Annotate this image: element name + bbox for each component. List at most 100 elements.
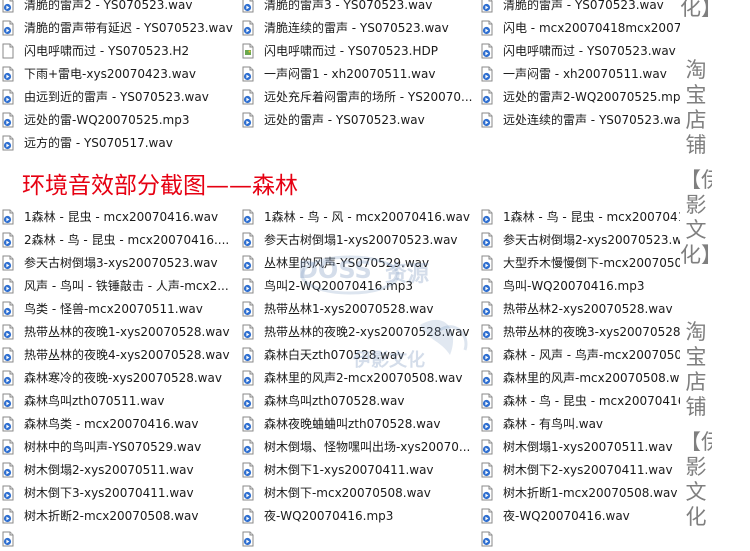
file-name: 树木折断2-mcx20070508.wav bbox=[24, 509, 199, 523]
file-item[interactable]: 1森林 - 鸟 - 风 - mcx20070416.wav bbox=[240, 206, 479, 229]
file-item[interactable]: 森林里的风声-mcx20070508.wav bbox=[479, 367, 680, 390]
file-name: 闪电呼啸而过 - YS070523.wav bbox=[502, 44, 676, 58]
file-item[interactable] bbox=[0, 528, 240, 551]
file-name: 树木倒下2-xys20070411.wav bbox=[502, 463, 673, 477]
file-item[interactable]: 风声 - 鸟叫 - 铁锤敲击 - 人声-mcx2... bbox=[0, 275, 240, 298]
file-item[interactable]: 树木倒下-mcx20070508.wav bbox=[240, 482, 479, 505]
file-item[interactable]: 树木折断1-mcx20070508.wav bbox=[479, 482, 680, 505]
file-name: 森林夜晚蛐蛐叫zth070528.wav bbox=[263, 417, 441, 431]
file-item[interactable]: 闪电呼啸而过 - YS070523.HDP bbox=[240, 40, 479, 63]
file-item[interactable]: 参天古树倒塌3-xys20070523.wav bbox=[0, 252, 240, 275]
file-item[interactable]: 清脆的雷声 - YS070523.wav bbox=[479, 0, 680, 17]
file-name: 远处的雷声 - YS070523.wav bbox=[263, 113, 425, 127]
file-name: 树木倒塌2-xys20070511.wav bbox=[24, 463, 194, 477]
file-item[interactable]: 1森林 - 昆虫 - mcx20070416.wav bbox=[0, 206, 240, 229]
file-item[interactable]: 森林寒冷的夜晚-xys20070528.wav bbox=[0, 367, 240, 390]
file-name: 参天古树倒塌2-xys20070523.wav bbox=[502, 233, 681, 247]
file-item[interactable] bbox=[240, 528, 479, 551]
file-item[interactable]: 树木倒下2-xys20070411.wav bbox=[479, 459, 680, 482]
file-name: 树木倒塌1-xys20070511.wav bbox=[502, 440, 673, 454]
watermark-text: 伊影文化 bbox=[353, 350, 425, 371]
top-file-grid: 清脆的雷声2 - YS070523.wav 清脆的雷声3 - YS070523.w… bbox=[0, 0, 680, 155]
file-name: 热带丛林2-xys20070528.wav bbox=[502, 302, 673, 316]
file-item[interactable]: 森林夜晚蛐蛐叫zth070528.wav bbox=[240, 413, 479, 436]
file-name: 森林 - 鸟 - 昆虫 - mcx20070416.w... bbox=[502, 394, 680, 408]
file-item[interactable] bbox=[479, 528, 680, 551]
file-item[interactable]: 鸟叫-WQ20070416.mp3 bbox=[479, 275, 680, 298]
file-item[interactable]: 远方的雷 - YS070517.wav bbox=[0, 132, 257, 155]
file-name: 远方的雷 - YS070517.wav bbox=[24, 136, 173, 150]
file-item[interactable]: 树木倒塌1-xys20070511.wav bbox=[479, 436, 680, 459]
file-item[interactable]: 森林鸟类 - mcx20070416.wav bbox=[0, 413, 240, 436]
file-item[interactable]: 森林 - 有鸟叫.wav bbox=[479, 413, 680, 436]
file-item[interactable]: 远处连续的雷声 - YS070523.wav bbox=[479, 109, 680, 132]
file-name: 森林 - 有鸟叫.wav bbox=[502, 417, 604, 431]
file-item[interactable]: 热带丛林的夜晚1-xys20070528.wav bbox=[0, 321, 240, 344]
file-name: 热带丛林的夜晚4-xys20070528.wav bbox=[24, 348, 230, 362]
file-row bbox=[0, 528, 680, 551]
file-item[interactable]: 远处充斥着闷雷声的场所 - YS20070... bbox=[240, 86, 479, 109]
file-row: 树木倒下3-xys20070411.wav 树木倒下-mcx20070508.wa… bbox=[0, 482, 680, 505]
watermark-text: DOSS bbox=[298, 256, 372, 284]
file-item[interactable]: 树木倒下1-xys20070411.wav bbox=[240, 459, 479, 482]
file-item[interactable]: 鸟类 - 怪兽-mcx20070511.wav bbox=[0, 298, 240, 321]
file-item[interactable]: 树木倒塌、怪物嘿叫出场-xys20070... bbox=[240, 436, 479, 459]
file-item[interactable]: 2森林 - 鸟 - 昆虫 - mcx20070416.... bbox=[0, 229, 240, 252]
file-item[interactable]: 树木折断2-mcx20070508.wav bbox=[0, 505, 240, 528]
file-item[interactable]: 清脆的雷声带有延迟 - YS070523.wav bbox=[0, 17, 240, 40]
file-item[interactable]: 远处的雷声2-WQ20070525.mp3 bbox=[479, 86, 680, 109]
file-item[interactable]: 热带丛林的夜晚3-xys20070528.wav bbox=[479, 321, 680, 344]
file-row: 树木折断2-mcx20070508.wav 夜-WQ20070416.mp3 夜-W… bbox=[0, 505, 680, 528]
side-watermark-text: 化】 bbox=[680, 0, 712, 20]
file-item[interactable]: 闪电呼啸而过 - YS070523.H2 bbox=[0, 40, 240, 63]
file-item[interactable]: 远处的雷-WQ20070525.mp3 bbox=[0, 109, 240, 132]
file-item[interactable]: 下雨+雷电-xys20070423.wav bbox=[0, 63, 240, 86]
file-item[interactable]: 闪电 - mcx20070418mcx2007041... bbox=[479, 17, 680, 40]
file-name: 远处充斥着闷雷声的场所 - YS20070... bbox=[263, 90, 473, 104]
file-item[interactable]: 树木倒塌2-xys20070511.wav bbox=[0, 459, 240, 482]
file-name: 清脆的雷声 - YS070523.wav bbox=[502, 0, 664, 12]
file-item[interactable]: 清脆的雷声2 - YS070523.wav bbox=[0, 0, 240, 17]
file-row: 下雨+雷电-xys20070423.wav 一声闷雷1 - xh20070511.… bbox=[0, 63, 680, 86]
file-name: 树林中的鸟叫声-YS070529.wav bbox=[24, 440, 202, 454]
file-name: 森林鸟叫zth070528.wav bbox=[263, 394, 405, 408]
file-item[interactable]: 远处的雷声 - YS070523.wav bbox=[240, 109, 479, 132]
file-item[interactable]: 清脆的雷声3 - YS070523.wav bbox=[240, 0, 479, 17]
file-item[interactable]: 1森林 - 鸟 - 昆虫 - mcx20070416... bbox=[479, 206, 680, 229]
file-item[interactable]: 一声闷雷 - xh20070511.wav bbox=[479, 63, 680, 86]
file-item[interactable]: 森林 - 鸟 - 昆虫 - mcx20070416.w... bbox=[479, 390, 680, 413]
file-item[interactable]: 由远到近的雷声 - YS070523.wav bbox=[0, 86, 240, 109]
file-item[interactable]: 一声闷雷1 - xh20070511.wav bbox=[240, 63, 479, 86]
file-item[interactable]: 热带丛林2-xys20070528.wav bbox=[479, 298, 680, 321]
file-item[interactable]: 树木倒下3-xys20070411.wav bbox=[0, 482, 240, 505]
file-item[interactable]: 夜-WQ20070416.wav bbox=[479, 505, 680, 528]
file-name: 清脆的雷声2 - YS070523.wav bbox=[24, 0, 193, 12]
file-name: 闪电呼啸而过 - YS070523.H2 bbox=[24, 44, 190, 58]
watermark-logo bbox=[300, 255, 468, 355]
file-name: 闪电呼啸而过 - YS070523.HDP bbox=[263, 44, 438, 58]
file-name: 2森林 - 鸟 - 昆虫 - mcx20070416.... bbox=[24, 233, 230, 247]
side-watermark: 化】 淘宝店铺 【伊影文化】 淘宝店铺 【伊影文化 bbox=[680, 0, 712, 538]
file-name: 1森林 - 鸟 - 风 - mcx20070416.wav bbox=[263, 210, 471, 224]
file-name: 远处的雷声2-WQ20070525.mp3 bbox=[502, 90, 681, 104]
side-watermark-text: 淘宝店铺 bbox=[685, 320, 707, 419]
file-row: 森林鸟类 - mcx20070416.wav 森林夜晚蛐蛐叫zth070528.w… bbox=[0, 413, 680, 436]
side-watermark-text: 【伊影文化】 bbox=[680, 168, 712, 267]
file-name: 夜-WQ20070416.mp3 bbox=[263, 509, 394, 523]
file-item[interactable]: 森林 - 风声 - 鸟声-mcx20070508.w... bbox=[479, 344, 680, 367]
file-item[interactable]: 大型乔木慢慢倒下-mcx20070508.w... bbox=[479, 252, 680, 275]
file-item[interactable]: 夜-WQ20070416.mp3 bbox=[240, 505, 479, 528]
file-item[interactable]: 森林鸟叫zth070511.wav bbox=[0, 390, 240, 413]
file-item[interactable]: 参天古树倒塌2-xys20070523.wav bbox=[479, 229, 680, 252]
file-row: 树木倒塌2-xys20070511.wav 树木倒下1-xys20070411.w… bbox=[0, 459, 680, 482]
file-item[interactable]: 树林中的鸟叫声-YS070529.wav bbox=[0, 436, 240, 459]
file-item[interactable]: 闪电呼啸而过 - YS070523.wav bbox=[479, 40, 680, 63]
file-name: 鸟叫-WQ20070416.mp3 bbox=[502, 279, 645, 293]
file-name: 由远到近的雷声 - YS070523.wav bbox=[24, 90, 209, 104]
file-row: 由远到近的雷声 - YS070523.wav 远处充斥着闷雷声的场所 - YS20… bbox=[0, 86, 680, 109]
file-item[interactable]: 清脆连续的雷声 - YS070523.wav bbox=[240, 17, 479, 40]
file-name: 热带丛林的夜晚3-xys20070528.wav bbox=[502, 325, 681, 339]
file-row: 森林鸟叫zth070511.wav 森林鸟叫zth070528.wav 森林 - 鸟… bbox=[0, 390, 680, 413]
file-item[interactable]: 热带丛林的夜晚4-xys20070528.wav bbox=[0, 344, 240, 367]
file-item[interactable]: 森林鸟叫zth070528.wav bbox=[240, 390, 479, 413]
